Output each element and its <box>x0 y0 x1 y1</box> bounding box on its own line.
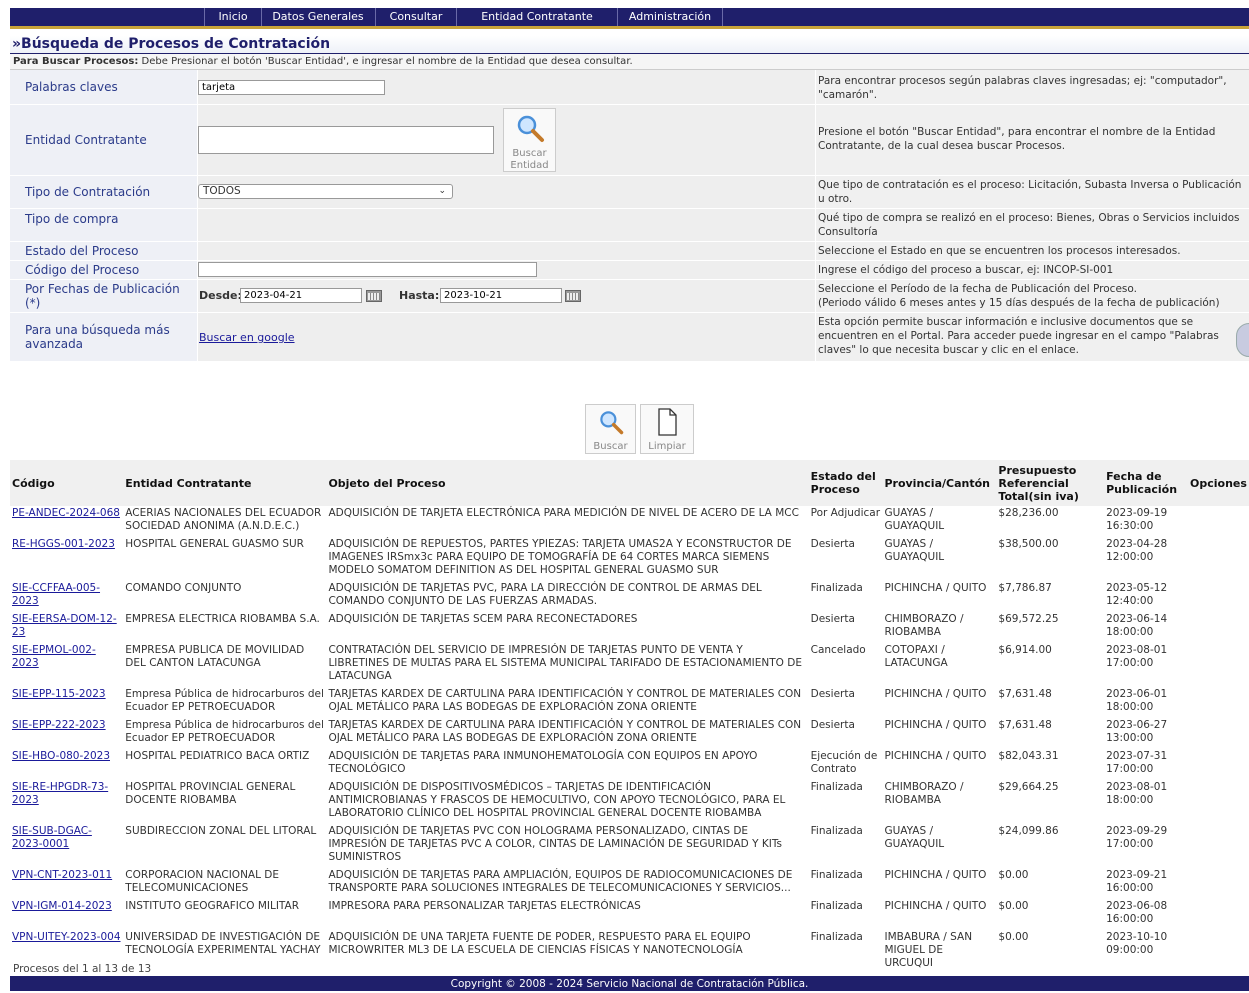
process-code-link[interactable]: SIE-RE-HPGDR-73-2023 <box>12 781 108 806</box>
col-estado: Estado del Proceso <box>808 460 883 506</box>
contract-type-select[interactable]: TODOS ⌄ <box>198 184 453 199</box>
table-row: SIE-EPMOL-002-2023 EMPRESA PUBLICA DE MO… <box>10 641 1249 687</box>
table-row: SIE-HBO-080-2023 HOSPITAL PEDIATRICO BAC… <box>10 747 1249 780</box>
entity-label: Entidad Contratante <box>10 105 197 175</box>
search-entity-button[interactable]: Buscar Entidad <box>503 108 556 172</box>
results-count: Procesos del 1 al 13 de 13 <box>13 963 152 975</box>
date-to-input[interactable] <box>440 288 562 303</box>
entity-textarea[interactable] <box>198 126 494 154</box>
table-row: SIE-RE-HPGDR-73-2023 HOSPITAL PROVINCIAL… <box>10 778 1249 824</box>
nav-consultar[interactable]: Consultar <box>376 8 457 26</box>
code-input[interactable] <box>198 262 537 277</box>
process-code-link[interactable]: SIE-EPP-115-2023 <box>12 688 106 700</box>
calendar-icon[interactable] <box>366 290 382 302</box>
table-row: SIE-EERSA-DOM-12-23 EMPRESA ELECTRICA RI… <box>10 610 1249 643</box>
col-objeto: Objeto del Proceso <box>326 460 809 506</box>
process-code-link[interactable]: SIE-HBO-080-2023 <box>12 750 110 762</box>
table-row: SIE-EPP-115-2023 Empresa Pública de hidr… <box>10 685 1249 718</box>
nav-datos-generales[interactable]: Datos Generales <box>261 8 376 26</box>
row-dates: Por Fechas de Publicación (*) Desde: Has… <box>10 280 1249 313</box>
col-opciones: Opciones <box>1188 460 1249 506</box>
advanced-help: Esta opción permite buscar información e… <box>816 313 1249 361</box>
dates-label: Por Fechas de Publicación (*) <box>10 280 197 312</box>
table-row: SIE-EPP-222-2023 Empresa Pública de hidr… <box>10 716 1249 749</box>
process-code-link[interactable]: PE-ANDEC-2024-068 <box>12 507 120 519</box>
nav-entidad-contratante[interactable]: Entidad Contratante <box>457 8 618 26</box>
keywords-label: Palabras claves <box>10 70 197 104</box>
contract-type-help: Que tipo de contratación es el proceso: … <box>816 176 1249 208</box>
footer-copyright: Copyright © 2008 - 2024 Servicio Naciona… <box>10 976 1249 991</box>
magnifier-icon <box>599 411 623 435</box>
process-code-link[interactable]: VPN-CNT-2023-011 <box>12 869 112 881</box>
row-entity: Entidad Contratante Buscar Entidad Presi… <box>10 105 1249 176</box>
dates-help: Seleccione el Período de la fecha de Pub… <box>816 280 1249 312</box>
clear-button[interactable]: Limpiar <box>640 404 694 454</box>
entity-help: Presione el botón "Buscar Entidad", para… <box>816 105 1249 175</box>
page-title: »Búsqueda de Procesos de Contratación <box>10 36 1249 54</box>
row-keywords: Palabras claves Para encontrar procesos … <box>10 70 1249 105</box>
side-scroll-button[interactable] <box>1236 323 1249 357</box>
row-status: Estado del Proceso Seleccione el Estado … <box>10 242 1249 261</box>
table-row: SIE-SUB-DGAC-2023-0001 SUBDIRECCION ZONA… <box>10 822 1249 868</box>
table-row: RE-HGGS-001-2023 HOSPITAL GENERAL GUASMO… <box>10 535 1249 581</box>
chevron-down-icon: ⌄ <box>438 186 446 196</box>
blank-document-icon <box>658 408 677 436</box>
purchase-type-help: Qué tipo de compra se realizó en el proc… <box>816 209 1249 241</box>
search-button[interactable]: Buscar <box>585 404 636 454</box>
magnifier-icon <box>517 115 544 142</box>
process-code-link[interactable]: SIE-CCFFAA-005-2023 <box>12 582 100 607</box>
date-from-input[interactable] <box>240 288 362 303</box>
table-row: VPN-CNT-2023-011 CORPORACION NACIONAL DE… <box>10 866 1249 899</box>
calendar-icon[interactable] <box>565 290 581 302</box>
process-code-link[interactable]: VPN-IGM-014-2023 <box>12 900 112 912</box>
row-code: Código del Proceso Ingrese el código del… <box>10 261 1249 280</box>
table-header-row: Código Entidad Contratante Objeto del Pr… <box>10 460 1249 506</box>
keywords-input[interactable] <box>198 80 385 95</box>
process-code-link[interactable]: SIE-EERSA-DOM-12-23 <box>12 613 117 638</box>
contract-type-label: Tipo de Contratación <box>10 176 197 208</box>
top-navigation: Inicio Datos Generales Consultar Entidad… <box>10 8 1249 29</box>
table-row: PE-ANDEC-2024-068 ACERIAS NACIONALES DEL… <box>10 506 1249 537</box>
col-entidad: Entidad Contratante <box>123 460 327 506</box>
table-row: VPN-IGM-014-2023 INSTITUTO GEOGRAFICO MI… <box>10 897 1249 930</box>
process-code-link[interactable]: VPN-UITEY-2023-004 <box>12 931 121 943</box>
row-advanced: Para una búsqueda más avanzada Buscar en… <box>10 313 1249 362</box>
table-row: VPN-UITEY-2023-004 UNIVERSIDAD DE INVEST… <box>10 928 1249 974</box>
col-codigo: Código <box>10 460 124 506</box>
code-label: Código del Proceso <box>10 261 197 279</box>
status-label: Estado del Proceso <box>10 242 197 260</box>
advanced-label: Para una búsqueda más avanzada <box>10 313 197 361</box>
purchase-type-label: Tipo de compra <box>10 209 197 241</box>
nav-administracion[interactable]: Administración <box>618 8 723 26</box>
code-help: Ingrese el código del proceso a buscar, … <box>816 261 1249 279</box>
status-help: Seleccione el Estado en que se encuentre… <box>816 242 1249 260</box>
keywords-help: Para encontrar procesos según palabras c… <box>816 70 1249 104</box>
results-table: Código Entidad Contratante Objeto del Pr… <box>10 460 1249 974</box>
process-code-link[interactable]: SIE-EPMOL-002-2023 <box>12 644 96 669</box>
col-presupuesto: Presupuesto Referencial Total(sin iva) <box>996 460 1105 506</box>
google-search-link[interactable]: Buscar en google <box>199 331 295 344</box>
nav-inicio[interactable]: Inicio <box>204 8 262 26</box>
process-code-link[interactable]: SIE-EPP-222-2023 <box>12 719 106 731</box>
col-provincia: Provincia/Cantón <box>882 460 997 506</box>
process-code-link[interactable]: RE-HGGS-001-2023 <box>12 538 115 550</box>
row-purchase-type: Tipo de compra Qué tipo de compra se rea… <box>10 209 1249 242</box>
search-hint: Para Buscar Procesos: Debe Presionar el … <box>10 54 1249 70</box>
row-contract-type: Tipo de Contratación TODOS ⌄ Que tipo de… <box>10 176 1249 209</box>
process-code-link[interactable]: SIE-SUB-DGAC-2023-0001 <box>12 825 92 850</box>
table-row: SIE-CCFFAA-005-2023 COMANDO CONJUNTO ADQ… <box>10 579 1249 612</box>
col-fecha: Fecha de Publicación <box>1104 460 1188 506</box>
